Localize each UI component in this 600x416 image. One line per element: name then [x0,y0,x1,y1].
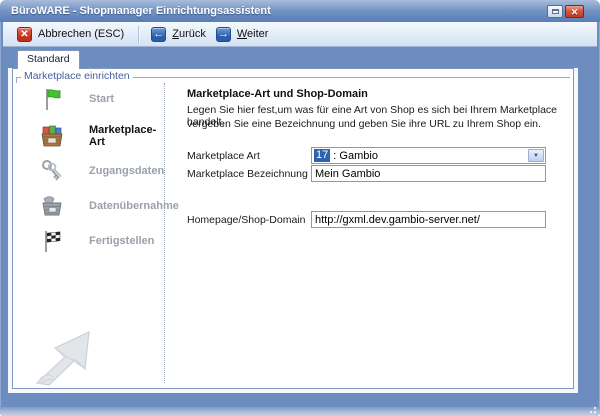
bezeichnung-label: Marketplace Bezeichnung [187,168,308,180]
keys-icon [39,158,65,184]
sidebar-item-zugangsdaten[interactable]: Zugangsdaten [13,158,163,184]
next-button[interactable]: → Weiter [211,25,274,44]
marketplace-art-select[interactable]: 17 : Gambio ▼ [311,147,546,164]
window-title: BüroWARE - Shopmanager Einrichtungsassis… [11,0,271,22]
sidebar-item-label: Start [89,93,114,105]
back-button[interactable]: ← Zurück [146,25,211,44]
marketplace-art-label: Marketplace Art [187,150,260,162]
back-label: Zurück [172,28,206,40]
next-label: Weiter [237,28,269,40]
description-line: vergeben Sie eine Bezeichnung und geben … [187,118,541,130]
sidebar-item-label: Zugangsdaten [89,165,164,177]
cancel-button[interactable]: ✕ Abbrechen (ESC) [12,25,129,44]
cancel-x-icon: ✕ [17,27,32,42]
sidebar-item-label: Datenübernahme [89,200,179,212]
homepage-input[interactable] [311,211,546,228]
window-bottom-edge [0,407,600,416]
cancel-label: Abbrechen (ESC) [38,28,124,40]
checkered-flag-icon [39,228,65,254]
sidebar-item-fertigstellen[interactable]: Fertigstellen [13,228,163,254]
restore-icon[interactable] [547,5,563,18]
resize-grip[interactable] [587,404,597,414]
green-flag-icon [39,86,65,112]
arrow-left-icon: ← [151,27,166,42]
sidebar-item-start[interactable]: Start [13,86,163,112]
sidebar-content-divider [164,83,165,383]
groupbox-label: Marketplace einrichten [21,70,133,82]
sidebar-item-label: Fertigstellen [89,235,154,247]
titlebar[interactable]: BüroWARE - Shopmanager Einrichtungsassis… [0,0,600,22]
bezeichnung-input[interactable] [311,165,546,182]
selected-id: 17 [314,149,330,162]
app-window: BüroWARE - Shopmanager Einrichtungsassis… [0,0,600,416]
data-crate-icon [39,193,65,219]
homepage-label: Homepage/Shop-Domain [187,214,305,226]
arrow-right-icon: → [216,27,231,42]
sidebar-item-datenuebernahme[interactable]: Datenübernahme [13,193,163,219]
shopping-basket-icon [39,123,65,149]
tab-standard[interactable]: Standard [17,50,80,69]
toolbar: ✕ Abbrechen (ESC) ← Zurück → Weiter [3,22,597,47]
toolbar-separator [138,26,139,43]
chevron-down-icon[interactable]: ▼ [528,149,544,162]
arrow-watermark-icon [27,317,113,387]
selected-text: : Gambio [330,150,378,162]
page-title: Marketplace-Art und Shop-Domain [187,88,368,100]
wizard-panel: Marketplace einrichten Start Marketplace… [12,68,574,389]
close-icon[interactable]: ✕ [565,5,584,18]
sidebar-item-label: Marketplace-Art [89,124,163,148]
sidebar-item-marketplace-art[interactable]: Marketplace-Art [13,123,163,149]
